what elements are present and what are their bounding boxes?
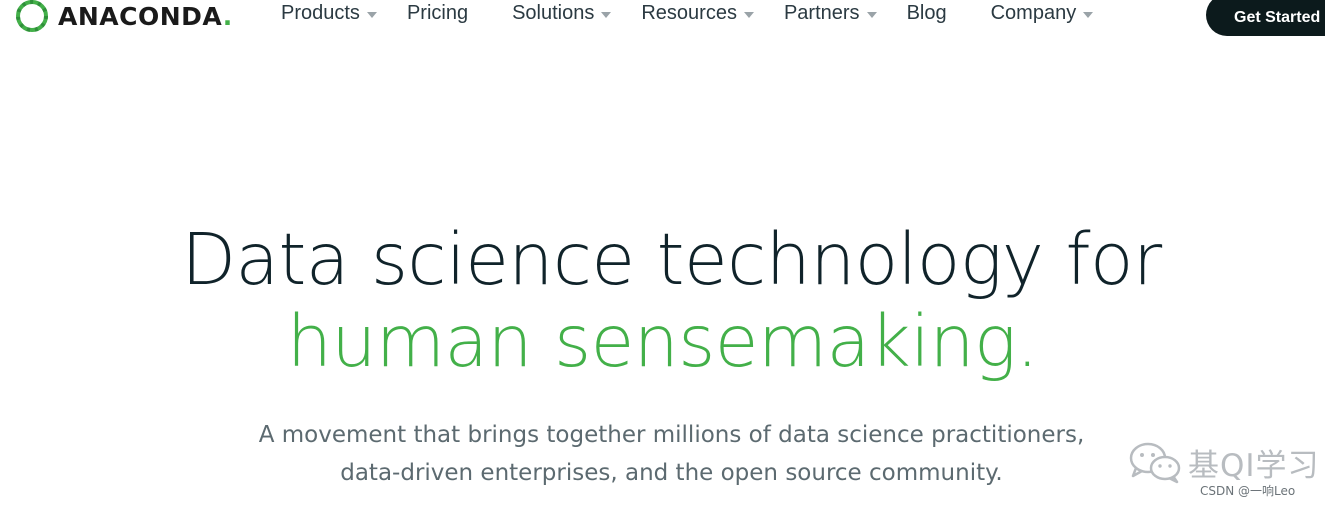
hero-subtext-line2: data-driven enterprises, and the open so… — [340, 460, 1003, 486]
chevron-down-icon — [366, 11, 377, 18]
chevron-down-icon — [743, 11, 754, 18]
watermark-credit: CSDN @一响Leo — [1200, 484, 1296, 498]
nav-item-label: Partners — [783, 1, 860, 24]
brand-logo[interactable]: ANACONDA. — [14, 0, 233, 36]
nav-item-label: Solutions — [512, 1, 595, 24]
chevron-down-icon — [601, 11, 612, 18]
top-navigation: ANACONDA. Products Pricing Solutions Res… — [0, 0, 1325, 40]
get-started-button[interactable]: Get Started — [1206, 0, 1325, 36]
watermark-title: 基QI学习 — [1188, 448, 1320, 484]
nav-item-resources[interactable]: Resources — [641, 2, 754, 25]
chevron-down-icon — [866, 11, 877, 18]
nav-item-partners[interactable]: Partners — [784, 2, 877, 25]
nav-item-pricing[interactable]: Pricing — [407, 2, 468, 25]
page: ANACONDA. Products Pricing Solutions Res… — [0, 0, 1325, 506]
nav-item-label: Resources — [641, 1, 737, 24]
hero-headline-line2: human sensemaking. — [286, 300, 1039, 383]
nav-item-label: Pricing — [406, 1, 469, 24]
hero-headline-line1: Data science technology for — [181, 218, 1162, 301]
watermark: 基QI学习 CSDN @一响Leo — [1126, 438, 1325, 506]
nav-item-label: Company — [990, 1, 1077, 24]
nav-item-label: Products — [281, 1, 360, 24]
nav-item-company[interactable]: Company — [991, 2, 1094, 25]
main-menu: Products Pricing Solutions Resources Par… — [281, 0, 1094, 26]
nav-item-products[interactable]: Products — [281, 2, 377, 25]
anaconda-logo-icon — [16, 0, 48, 32]
wechat-icon — [1129, 442, 1181, 484]
nav-item-label: Blog — [906, 1, 947, 24]
nav-item-solutions[interactable]: Solutions — [512, 1, 612, 25]
brand-wordmark: ANACONDA. — [58, 1, 233, 31]
hero-subtext-line1: A movement that brings together millions… — [258, 422, 1085, 448]
nav-item-blog[interactable]: Blog — [907, 2, 947, 25]
chevron-down-icon — [1083, 11, 1094, 18]
